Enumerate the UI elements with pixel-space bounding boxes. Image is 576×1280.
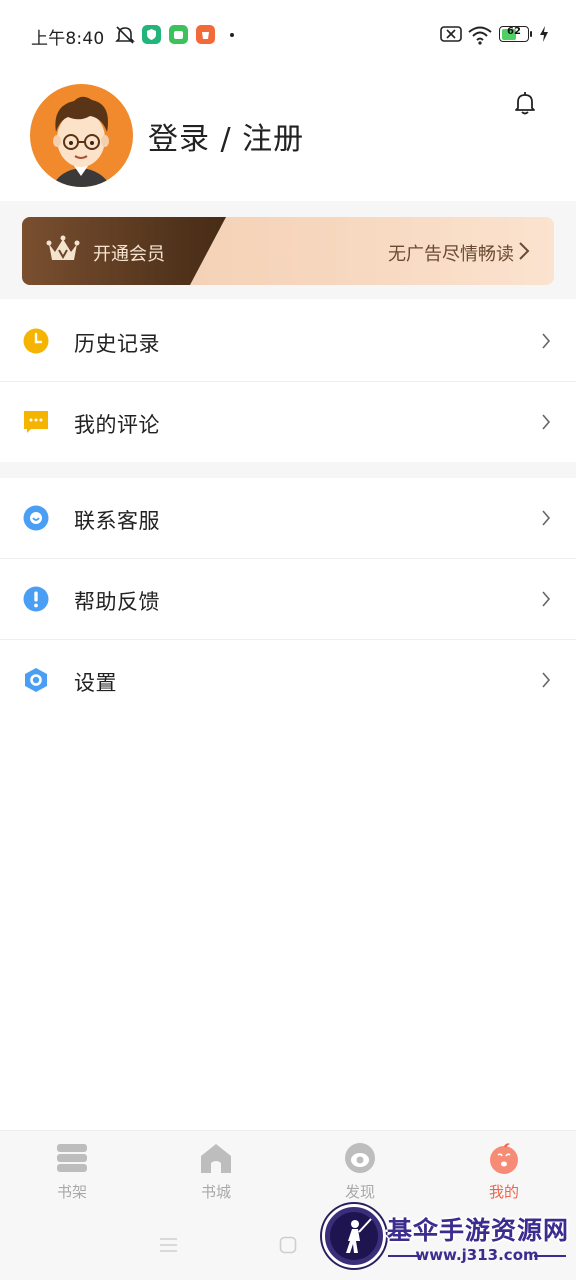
vip-benefit-label: 无广告尽情畅读 xyxy=(388,244,514,265)
status-time: 上午8:40 xyxy=(31,29,105,49)
tab-label: 书城 xyxy=(200,1183,231,1201)
battery-level: 62 xyxy=(507,26,521,37)
tab-label: 发现 xyxy=(344,1183,375,1201)
service-icon xyxy=(23,505,49,531)
bottom-tab-bar: 书架 书城 发现 我的 xyxy=(0,1130,576,1211)
vip-open-label: 开通会员 xyxy=(93,244,165,265)
tab-label: 书架 xyxy=(56,1183,87,1201)
bookstore-icon xyxy=(201,1144,231,1173)
crown-icon xyxy=(46,235,80,260)
tab-bookstore[interactable]: 书城 xyxy=(144,1131,288,1211)
mute-bell-icon xyxy=(115,26,135,44)
section-gap xyxy=(0,462,576,478)
menu-item-settings[interactable]: 设置 xyxy=(0,640,576,720)
comment-icon xyxy=(24,411,48,433)
help-icon xyxy=(23,586,49,612)
menu-item-my-comments[interactable]: 我的评论 xyxy=(0,382,576,462)
menu-nav-icon[interactable] xyxy=(159,1237,178,1253)
chevron-right-icon xyxy=(542,672,551,688)
app-android-icon xyxy=(169,25,188,44)
bookshelf-icon xyxy=(57,1144,87,1172)
chevron-right-icon xyxy=(542,414,551,430)
chevron-right-icon xyxy=(542,510,551,526)
status-dot xyxy=(230,33,234,37)
cartoon-boy-avatar xyxy=(52,96,111,187)
settings-icon xyxy=(25,668,47,692)
watermark-line-right xyxy=(534,1255,566,1257)
sim-off-icon xyxy=(440,26,462,42)
menu-item-customer-service[interactable]: 联系客服 xyxy=(0,478,576,558)
chevron-right-icon xyxy=(542,591,551,607)
menu-label: 历史记录 xyxy=(74,332,160,356)
tab-profile[interactable]: 我的 xyxy=(432,1131,576,1211)
chevron-right-icon xyxy=(519,242,530,260)
chevron-right-icon xyxy=(542,333,551,349)
watermark-logo xyxy=(322,1204,386,1268)
clock-icon xyxy=(23,328,49,354)
wifi-icon xyxy=(468,26,492,45)
home-nav-icon[interactable] xyxy=(279,1236,297,1254)
battery-cap xyxy=(530,31,532,37)
tab-label: 我的 xyxy=(488,1183,519,1201)
discover-icon xyxy=(345,1143,375,1173)
profile-icon xyxy=(490,1143,518,1174)
app-shield-icon xyxy=(142,25,161,44)
app-bag-icon xyxy=(196,25,215,44)
menu-label: 帮助反馈 xyxy=(74,590,160,614)
bell-icon[interactable] xyxy=(511,89,539,117)
menu-label: 设置 xyxy=(74,671,117,695)
watermark-title: 基伞手游资源网 xyxy=(387,1216,570,1245)
login-register-link[interactable]: 登录 / 注册 xyxy=(148,114,304,158)
menu-label: 我的评论 xyxy=(74,413,160,437)
status-bar: 上午8:40 62 xyxy=(0,0,576,70)
avatar[interactable] xyxy=(30,84,133,187)
menu-label: 联系客服 xyxy=(74,509,160,533)
battery-icon: 62 xyxy=(499,26,529,42)
menu-item-help-feedback[interactable]: 帮助反馈 xyxy=(0,559,576,639)
warrior-silhouette-icon xyxy=(330,1212,378,1260)
charging-icon xyxy=(540,26,548,42)
tab-bookshelf[interactable]: 书架 xyxy=(0,1131,144,1211)
vip-banner[interactable]: 开通会员 无广告尽情畅读 xyxy=(22,217,554,285)
menu-item-history[interactable]: 历史记录 xyxy=(0,301,576,381)
tab-discover[interactable]: 发现 xyxy=(288,1131,432,1211)
